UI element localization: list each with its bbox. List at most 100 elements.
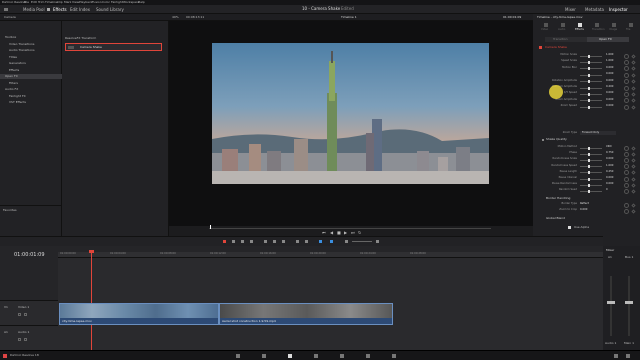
param-slider[interactable] bbox=[580, 189, 602, 193]
slider-knob[interactable] bbox=[588, 73, 590, 77]
audio-lock-icon[interactable] bbox=[18, 338, 21, 341]
viewer-playhead[interactable] bbox=[210, 225, 211, 229]
param-slider[interactable] bbox=[580, 171, 602, 175]
keyframe-icon[interactable] bbox=[631, 79, 636, 84]
keyframe-icon[interactable] bbox=[631, 152, 636, 157]
cut-page-icon[interactable] bbox=[262, 354, 266, 358]
edit-index-button[interactable]: Edit Index bbox=[70, 8, 90, 12]
media-page-icon[interactable] bbox=[236, 354, 240, 358]
track-visibility-icon[interactable] bbox=[24, 313, 27, 316]
inspector-tab-icon[interactable] bbox=[595, 23, 599, 27]
inspector-tab-icon[interactable] bbox=[544, 23, 548, 27]
keyframe-icon[interactable] bbox=[631, 176, 636, 182]
param-value[interactable]: 0.000 bbox=[606, 66, 613, 70]
reset-icon[interactable] bbox=[624, 176, 629, 182]
reset-icon[interactable] bbox=[624, 91, 629, 97]
zoom-in-icon[interactable] bbox=[376, 240, 379, 243]
menu-playback[interactable]: Playback bbox=[79, 1, 92, 4]
mixer-bus1[interactable]: Bus 1 bbox=[625, 256, 633, 259]
slider-knob[interactable] bbox=[588, 165, 590, 169]
keyframe-icon[interactable] bbox=[631, 92, 636, 97]
trim-tool-icon[interactable] bbox=[232, 240, 235, 243]
param-value[interactable]: 0.000 bbox=[606, 183, 613, 186]
reset-icon[interactable] bbox=[624, 151, 629, 157]
bus1-fader[interactable] bbox=[625, 301, 633, 304]
inspector-tab-4[interactable]: Image bbox=[609, 28, 617, 32]
linked-selection-icon[interactable] bbox=[305, 240, 308, 243]
param-value[interactable]: 0.250 bbox=[606, 170, 613, 174]
shake-quality-section[interactable]: Shake Quality bbox=[546, 138, 567, 141]
param-value[interactable]: 0.000 bbox=[606, 73, 613, 76]
param-slider[interactable] bbox=[580, 177, 602, 181]
use-alpha-checkbox[interactable] bbox=[568, 226, 571, 229]
inspector-tab-2[interactable]: Effects bbox=[575, 28, 584, 32]
tree-item[interactable]: VST Effects bbox=[0, 100, 62, 105]
menu-clip[interactable]: Clip bbox=[57, 1, 63, 4]
reset-icon[interactable] bbox=[624, 79, 629, 85]
inspector-tab-5[interactable]: File bbox=[626, 28, 630, 32]
menu-timeline[interactable]: Timeline bbox=[45, 1, 58, 4]
param-value[interactable]: 0 bbox=[606, 189, 608, 192]
skip-end-icon[interactable]: ⏭ bbox=[351, 231, 355, 235]
effects-button[interactable]: Effects bbox=[53, 8, 67, 12]
menu-fairlight[interactable]: Fairlight bbox=[111, 1, 123, 4]
slider-knob[interactable] bbox=[588, 80, 590, 84]
inspector-tab-1[interactable]: Audio bbox=[558, 28, 565, 32]
slider-knob[interactable] bbox=[588, 67, 590, 71]
reset-icon[interactable] bbox=[624, 53, 629, 59]
slider-knob[interactable] bbox=[588, 54, 590, 58]
slider-knob[interactable] bbox=[588, 99, 590, 103]
reset-icon[interactable] bbox=[624, 85, 629, 91]
marker-icon[interactable] bbox=[330, 240, 333, 243]
param-value[interactable]: 0.000 bbox=[606, 79, 613, 83]
reset-icon[interactable] bbox=[624, 157, 629, 163]
reset-icon[interactable] bbox=[624, 164, 629, 170]
fairlight-page-icon[interactable] bbox=[366, 354, 370, 358]
keyframe-icon[interactable] bbox=[631, 164, 636, 169]
keyframe-icon[interactable] bbox=[631, 73, 636, 78]
keyframe-icon[interactable] bbox=[631, 60, 636, 65]
slider-knob[interactable] bbox=[588, 146, 590, 150]
subtab-transition[interactable]: Transition bbox=[545, 37, 587, 42]
param-value[interactable]: XRD bbox=[606, 145, 612, 149]
inspector-tab-icon[interactable] bbox=[578, 23, 582, 27]
reset-icon[interactable] bbox=[624, 208, 629, 214]
border-handling-section[interactable]: Border Handling bbox=[546, 197, 570, 200]
inspector-tab-3[interactable]: Transition bbox=[592, 28, 605, 32]
viewer-timeline-name[interactable]: Timeline 1 bbox=[341, 16, 357, 19]
effects-icon[interactable] bbox=[47, 8, 50, 11]
reset-icon[interactable] bbox=[624, 104, 629, 110]
param-value[interactable]: 0.000 bbox=[606, 92, 613, 95]
reverse-icon[interactable]: ◀ bbox=[330, 231, 333, 235]
menu-edit[interactable]: Edit bbox=[31, 1, 37, 4]
param-value[interactable]: 0.200 bbox=[606, 85, 613, 89]
clip-city-time-lapse[interactable]: city-time-lapse.mov bbox=[59, 303, 219, 325]
overwrite-clip-icon[interactable] bbox=[273, 240, 276, 243]
param-value[interactable]: 0.750 bbox=[606, 152, 613, 155]
reset-icon[interactable] bbox=[624, 98, 629, 104]
slider-knob[interactable] bbox=[588, 189, 590, 193]
snapping-icon[interactable] bbox=[296, 240, 299, 243]
clip-aerial-construction[interactable]: Aerial shot construction 1.9.59.mp4 bbox=[219, 303, 393, 325]
param-slider[interactable] bbox=[580, 99, 602, 103]
timeline-ruler[interactable]: 01:00:00:00 01:00:04:00 01:00:08:00 01:00:1… bbox=[58, 252, 603, 258]
viewer-zoom[interactable]: 49% bbox=[172, 16, 179, 19]
reset-icon[interactable] bbox=[624, 202, 629, 208]
mixer-button[interactable]: Mixer bbox=[565, 8, 576, 12]
slider-knob[interactable] bbox=[588, 152, 590, 156]
keyframe-icon[interactable] bbox=[631, 209, 636, 214]
param-value[interactable]: 0.000 bbox=[606, 98, 613, 102]
inspector-button[interactable]: Inspector bbox=[609, 8, 628, 12]
param-slider[interactable] bbox=[580, 105, 602, 109]
keyframe-icon[interactable] bbox=[631, 98, 636, 103]
menu-fusion[interactable]: Fusion bbox=[92, 1, 102, 4]
param-slider[interactable] bbox=[580, 165, 602, 169]
param-slider[interactable] bbox=[580, 73, 602, 77]
tree-item[interactable]: Open FX bbox=[0, 74, 62, 79]
play-icon[interactable]: ▶ bbox=[344, 231, 347, 235]
reset-icon[interactable] bbox=[624, 145, 629, 151]
keyframe-icon[interactable] bbox=[631, 66, 636, 71]
slider-knob[interactable] bbox=[588, 92, 590, 96]
tree-item[interactable]: Filters bbox=[0, 81, 62, 86]
param-slider[interactable] bbox=[580, 146, 602, 150]
